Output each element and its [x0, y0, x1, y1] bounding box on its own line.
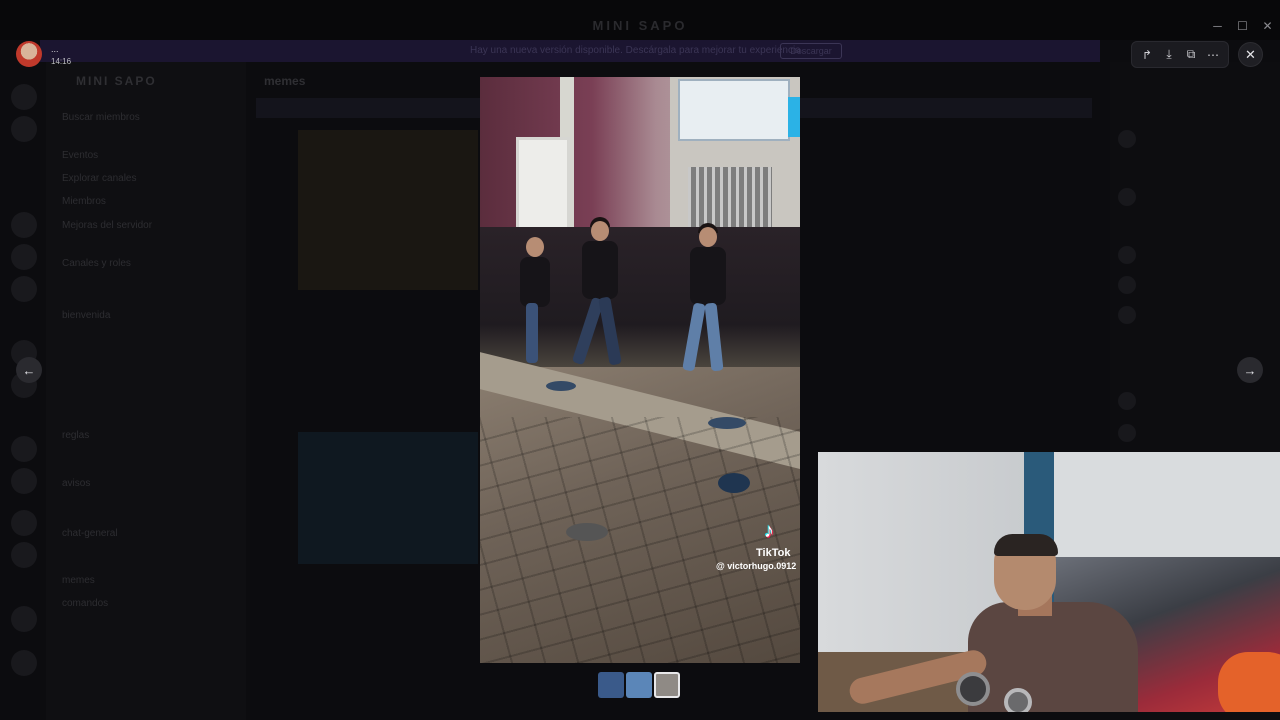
channel-name: memes	[264, 74, 306, 88]
message-embed[interactable]	[298, 130, 478, 290]
thumbnail[interactable]	[598, 672, 624, 698]
minimize-icon[interactable]: ─	[1205, 14, 1230, 38]
member-avatar[interactable]	[1118, 424, 1136, 442]
sidebar-channel[interactable]: avisos	[62, 478, 90, 492]
previous-media-button[interactable]: ←	[16, 357, 42, 383]
thumbnail[interactable]	[626, 672, 652, 698]
maximize-icon[interactable]: ☐	[1230, 14, 1255, 38]
streamer-torso	[968, 602, 1138, 712]
message-embed[interactable]	[298, 432, 478, 564]
uploader-name[interactable]: ...	[51, 44, 59, 54]
more-options-icon[interactable]: ⋯	[1203, 45, 1223, 65]
webcam-orange-object	[1218, 652, 1280, 712]
server-icon[interactable]	[11, 116, 37, 142]
server-name[interactable]: MINI SAPO	[76, 74, 157, 88]
hat-on-floor	[718, 473, 750, 493]
media-toolbar: ↱ ⤓ ⧉ ⋯	[1131, 41, 1229, 68]
window-close-icon[interactable]: ✕	[1255, 14, 1280, 38]
tiktok-logo-icon: ♪	[764, 520, 774, 542]
server-icon[interactable]	[11, 510, 37, 536]
window-controls: ─ ☐ ✕	[1205, 14, 1280, 38]
member-avatar[interactable]	[1118, 130, 1136, 148]
tiktok-label: TikTok	[756, 547, 791, 559]
server-icon[interactable]	[11, 244, 37, 270]
open-external-icon[interactable]: ⧉	[1181, 45, 1201, 65]
microphone	[1004, 688, 1032, 712]
upload-time: 14:16	[51, 57, 72, 66]
thumbnail-active[interactable]	[654, 672, 680, 698]
arrow-right-icon: →	[1243, 362, 1257, 378]
sidebar-channel[interactable]: chat-general	[62, 528, 118, 542]
uploader-avatar[interactable]	[16, 41, 42, 67]
member-avatar[interactable]	[1118, 188, 1136, 206]
member-avatar[interactable]	[1118, 276, 1136, 294]
update-notice-text: Hay una nueva versión disponible. Descár…	[470, 45, 804, 56]
next-media-button[interactable]: →	[1237, 357, 1263, 383]
server-icon[interactable]	[11, 436, 37, 462]
sidebar-channel[interactable]: memes	[62, 575, 95, 589]
server-icon[interactable]	[11, 276, 37, 302]
sidebar-channel[interactable]: bienvenida	[62, 310, 110, 324]
sidebar-item[interactable]: Eventos	[62, 150, 98, 164]
update-download-button[interactable]: Descargar	[780, 43, 842, 59]
sidebar-item[interactable]: Buscar miembros	[62, 112, 140, 126]
sidebar-item[interactable]: Canales y roles	[62, 258, 131, 272]
streamer-hair	[994, 534, 1058, 556]
sidebar-item[interactable]: Mejoras del servidor	[62, 220, 152, 234]
server-icon[interactable]	[11, 542, 37, 568]
scene-blue-sign	[788, 97, 800, 137]
sidebar-channel[interactable]: comandos	[62, 598, 108, 612]
scene-door	[516, 137, 570, 237]
sidebar-item[interactable]: Explorar canales	[62, 173, 136, 187]
member-avatar[interactable]	[1118, 306, 1136, 324]
server-list	[0, 70, 46, 720]
server-icon[interactable]	[11, 468, 37, 494]
scene-shop-sign	[678, 79, 790, 141]
thumbnail-strip	[598, 672, 680, 698]
hat-on-floor	[566, 523, 608, 541]
member-avatar[interactable]	[1118, 392, 1136, 410]
server-icon[interactable]	[11, 606, 37, 632]
microphone	[956, 672, 990, 706]
share-icon[interactable]: ↱	[1137, 45, 1157, 65]
scene-tiles	[480, 417, 800, 663]
hat-on-floor	[546, 381, 576, 391]
server-icon[interactable]	[11, 84, 37, 110]
hat-on-floor	[708, 417, 746, 429]
close-viewer-button[interactable]: ✕	[1238, 42, 1263, 67]
member-avatar[interactable]	[1118, 246, 1136, 264]
download-icon[interactable]: ⤓	[1159, 45, 1179, 65]
server-icon[interactable]	[11, 650, 37, 676]
close-icon: ✕	[1245, 46, 1256, 62]
app-title: MINI SAPO	[592, 18, 688, 33]
tiktok-username: @ victorhugo.0912	[716, 561, 797, 571]
webcam-wall	[1054, 452, 1280, 572]
webcam-overlay	[818, 452, 1280, 712]
media-video[interactable]: ♪ TikTok @ victorhugo.0912	[480, 77, 800, 663]
arrow-left-icon: ←	[22, 362, 36, 378]
sidebar-channel[interactable]: reglas	[62, 430, 89, 444]
sidebar-item[interactable]: Miembros	[62, 196, 106, 210]
server-icon[interactable]	[11, 212, 37, 238]
